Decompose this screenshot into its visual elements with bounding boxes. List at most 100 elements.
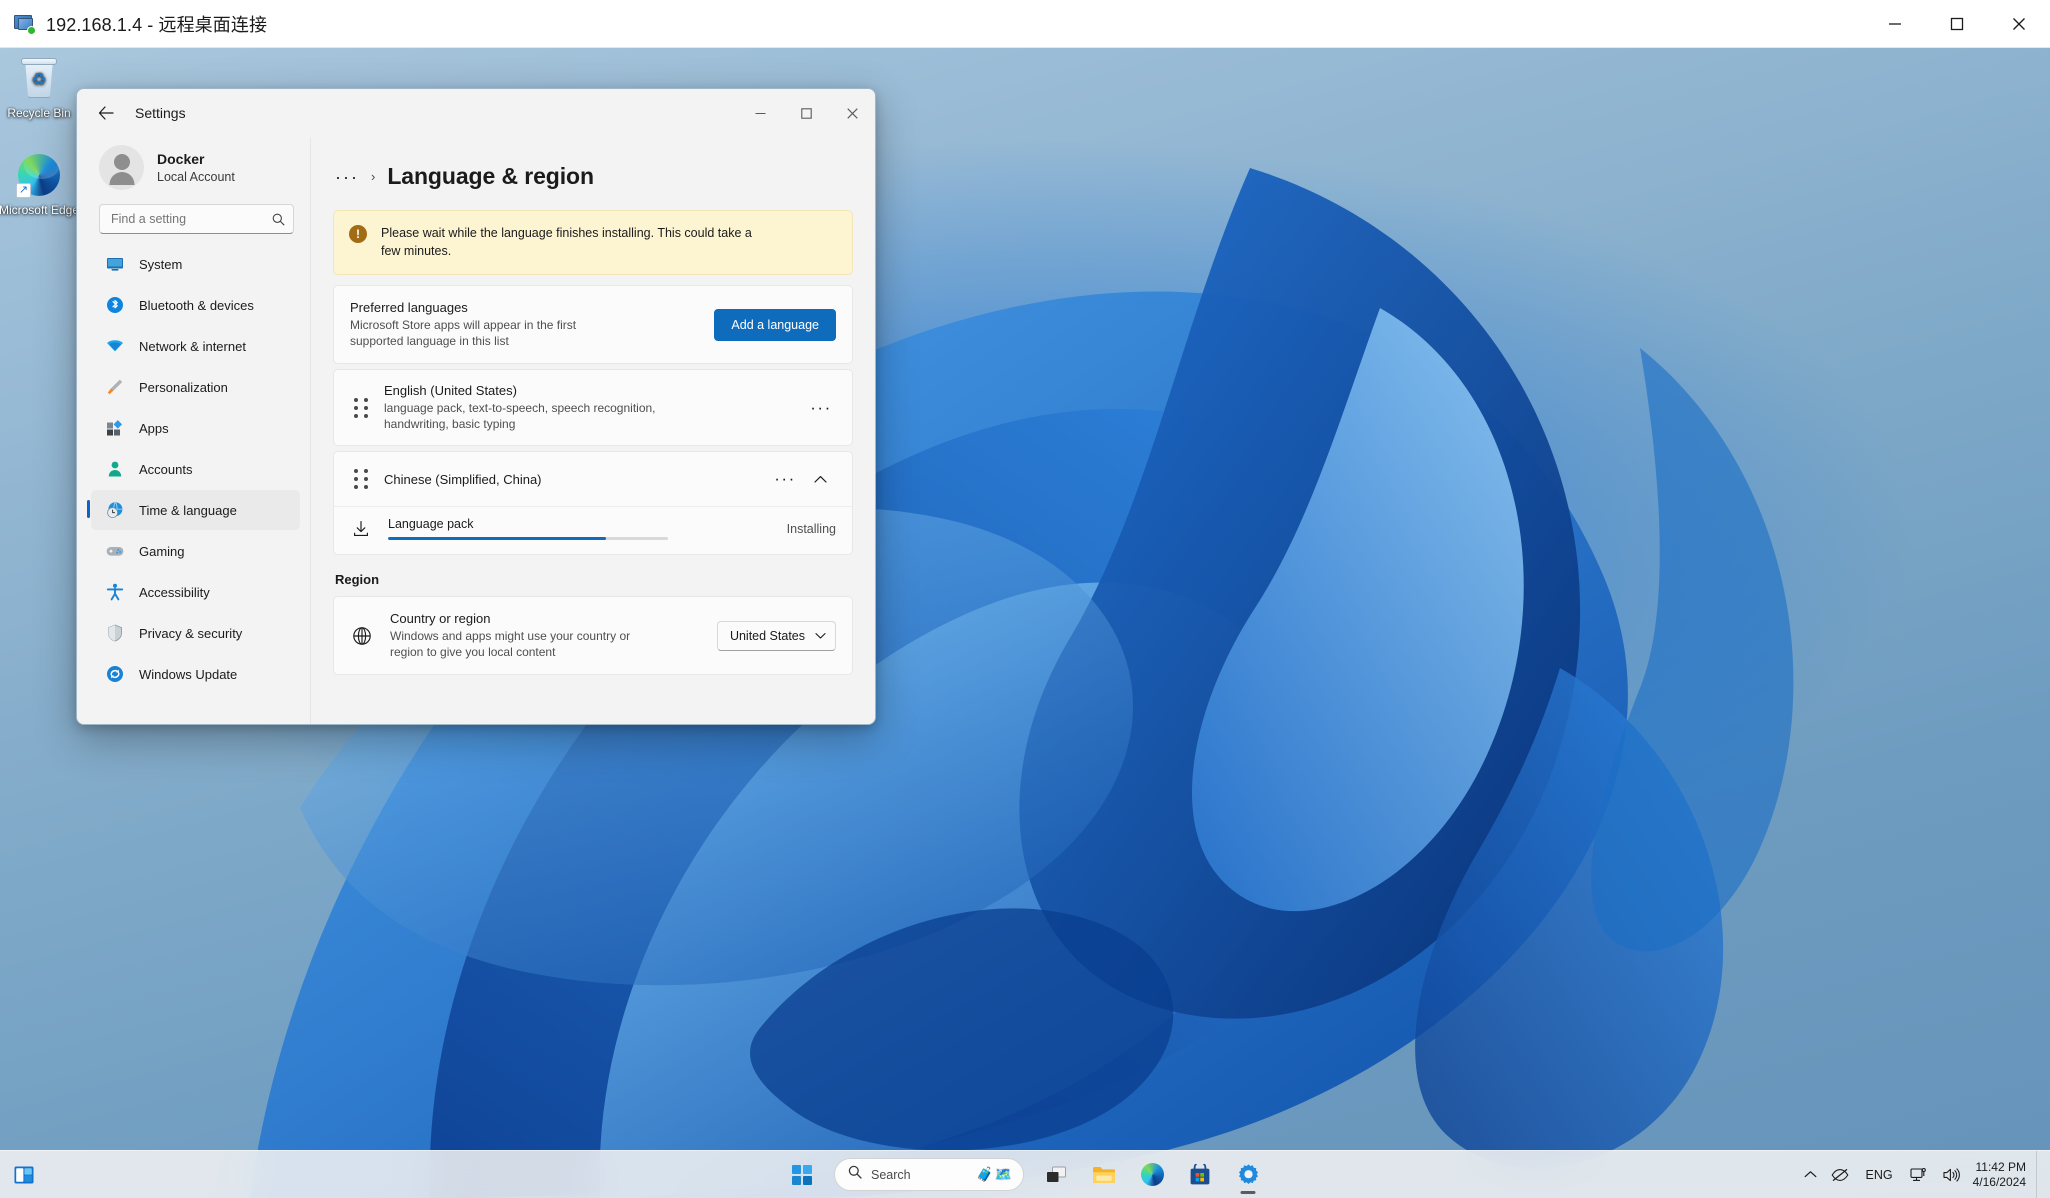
search-input[interactable] <box>111 212 272 226</box>
desktop-icon-label: Microsoft Edge <box>0 203 80 217</box>
start-button[interactable] <box>780 1155 824 1195</box>
rdp-minimize-button[interactable] <box>1864 0 1926 48</box>
rdp-maximize-button[interactable] <box>1926 0 1988 48</box>
chevron-up-icon[interactable] <box>804 465 836 493</box>
preferred-languages-card: Preferred languages Microsoft Store apps… <box>333 285 853 364</box>
sidebar-item-label: Apps <box>139 420 169 436</box>
progress-fill <box>388 537 607 540</box>
system-monitor-icon <box>105 254 125 274</box>
gamepad-icon <box>105 541 125 561</box>
taskbar-settings-button[interactable] <box>1226 1155 1270 1195</box>
eye-off-icon[interactable] <box>1824 1155 1856 1195</box>
desktop-icon-recycle-bin[interactable]: ♻ Recycle Bin <box>0 54 80 120</box>
settings-search-box[interactable] <box>99 204 294 234</box>
remote-desktop-icon <box>13 14 36 35</box>
task-view-button[interactable] <box>1034 1155 1078 1195</box>
language-pack-label: Language pack <box>388 517 474 531</box>
sidebar-item-accessibility[interactable]: Accessibility <box>91 572 300 612</box>
widgets-button[interactable] <box>0 1164 48 1186</box>
sidebar-item-label: Bluetooth & devices <box>139 297 254 313</box>
language-row-english: English (United States) language pack, t… <box>333 369 853 446</box>
volume-icon[interactable] <box>1935 1155 1967 1195</box>
show-desktop-button[interactable] <box>2036 1150 2046 1198</box>
search-icon <box>848 1165 862 1184</box>
preferred-languages-title: Preferred languages <box>350 300 468 315</box>
taskbar-edge-button[interactable] <box>1130 1155 1174 1195</box>
sidebar-item-bluetooth-devices[interactable]: Bluetooth & devices <box>91 285 300 325</box>
settings-gear-icon <box>1238 1164 1258 1184</box>
page-title: Language & region <box>387 163 594 189</box>
settings-app-title: Settings <box>135 105 186 121</box>
recycle-bin-icon: ♻ <box>15 54 63 102</box>
remote-desktop-surface: ♻ Recycle Bin ↗ Microsoft Edge Settings <box>0 48 2050 1198</box>
settings-titlebar: Settings <box>77 89 875 137</box>
luggage-emoji-icon: 🧳 <box>976 1166 995 1182</box>
taskbar: Search 🧳🗺️ ENG 11:42 PM 4/16/2024 <box>0 1150 2050 1198</box>
warning-text: Please wait while the language finishes … <box>381 226 752 258</box>
rdp-window-controls <box>1864 0 2050 48</box>
network-icon[interactable] <box>1903 1155 1935 1195</box>
account-block[interactable]: Docker Local Account <box>77 139 310 202</box>
settings-minimize-button[interactable] <box>737 90 783 136</box>
bluetooth-icon <box>105 295 125 315</box>
language-pack-status: Installing <box>786 521 836 536</box>
sidebar-item-system[interactable]: System <box>91 244 300 284</box>
language-install-warning-banner: ! Please wait while the language finishe… <box>333 210 853 275</box>
country-or-region-title: Country or region <box>390 611 491 626</box>
language-more-options-button[interactable]: ··· <box>770 465 800 493</box>
sidebar-item-label: Privacy & security <box>139 625 243 641</box>
add-language-button[interactable]: Add a language <box>714 308 836 341</box>
taskbar-center-group: Search 🧳🗺️ <box>780 1155 1270 1195</box>
settings-body: Docker Local Account Find a setting Syst… <box>77 137 875 724</box>
taskbar-search-box[interactable]: Search 🧳🗺️ <box>834 1158 1024 1191</box>
desktop-icon-microsoft-edge[interactable]: ↗ Microsoft Edge <box>0 151 80 217</box>
search-suggestion-emoji: 🧳🗺️ <box>976 1166 1013 1183</box>
country-or-region-description: Windows and apps might use your country … <box>390 629 631 659</box>
sidebar-item-label: Gaming <box>139 543 185 559</box>
country-or-region-card: Country or region Windows and apps might… <box>333 596 853 675</box>
breadcrumb-separator: › <box>370 169 376 184</box>
sidebar-item-privacy-security[interactable]: Privacy & security <box>91 613 300 653</box>
settings-nav-list: System Bluetooth & devices Network & int… <box>77 244 310 724</box>
sidebar-item-label: Windows Update <box>139 666 238 682</box>
clock-date-button[interactable]: 11:42 PM 4/16/2024 <box>1967 1160 2036 1190</box>
person-icon <box>105 459 125 479</box>
file-explorer-button[interactable] <box>1082 1155 1126 1195</box>
rdp-title: 192.168.1.4 - 远程桌面连接 <box>46 14 268 35</box>
settings-close-button[interactable] <box>829 90 875 136</box>
sidebar-item-accounts[interactable]: Accounts <box>91 449 300 489</box>
update-refresh-icon <box>105 664 125 684</box>
system-tray: ENG 11:42 PM 4/16/2024 <box>1797 1150 2050 1198</box>
breadcrumb-ellipsis[interactable]: ··· <box>335 168 359 186</box>
settings-main-pane: ··· › Language & region ! Please wait wh… <box>311 137 875 724</box>
sidebar-item-windows-update[interactable]: Windows Update <box>91 654 300 694</box>
sidebar-item-apps[interactable]: Apps <box>91 408 300 448</box>
sidebar-item-label: System <box>139 256 183 272</box>
country-or-region-dropdown[interactable]: United States <box>716 620 836 651</box>
back-arrow-icon[interactable] <box>87 97 125 129</box>
wifi-icon <box>105 336 125 356</box>
sidebar-item-label: Time & language <box>139 502 237 518</box>
accessibility-person-icon <box>105 582 125 602</box>
sidebar-item-gaming[interactable]: Gaming <box>91 531 300 571</box>
tray-language-indicator[interactable]: ENG <box>1856 1168 1903 1182</box>
globe-icon <box>352 626 374 646</box>
user-avatar-icon <box>99 145 144 190</box>
rdp-close-button[interactable] <box>1988 0 2050 48</box>
settings-maximize-button[interactable] <box>783 90 829 136</box>
settings-window-controls <box>737 90 875 136</box>
microsoft-store-button[interactable] <box>1178 1155 1222 1195</box>
drag-handle-icon[interactable] <box>354 397 370 418</box>
sidebar-item-personalization[interactable]: Personalization <box>91 367 300 407</box>
language-pack-progress-bar <box>388 537 668 540</box>
language-name: Chinese (Simplified, China) <box>384 471 542 487</box>
sidebar-item-time-language[interactable]: Time & language <box>87 490 300 530</box>
sidebar-item-label: Accessibility <box>139 584 210 600</box>
sidebar-item-network-internet[interactable]: Network & internet <box>91 326 300 366</box>
drag-handle-icon[interactable] <box>354 469 370 489</box>
chevron-up-icon[interactable] <box>1797 1155 1824 1195</box>
language-more-options-button[interactable]: ··· <box>806 394 836 422</box>
settings-window: Settings Docker Local Account Find a set… <box>76 88 876 725</box>
windows-start-icon <box>792 1164 812 1185</box>
clock-globe-icon <box>105 500 125 520</box>
